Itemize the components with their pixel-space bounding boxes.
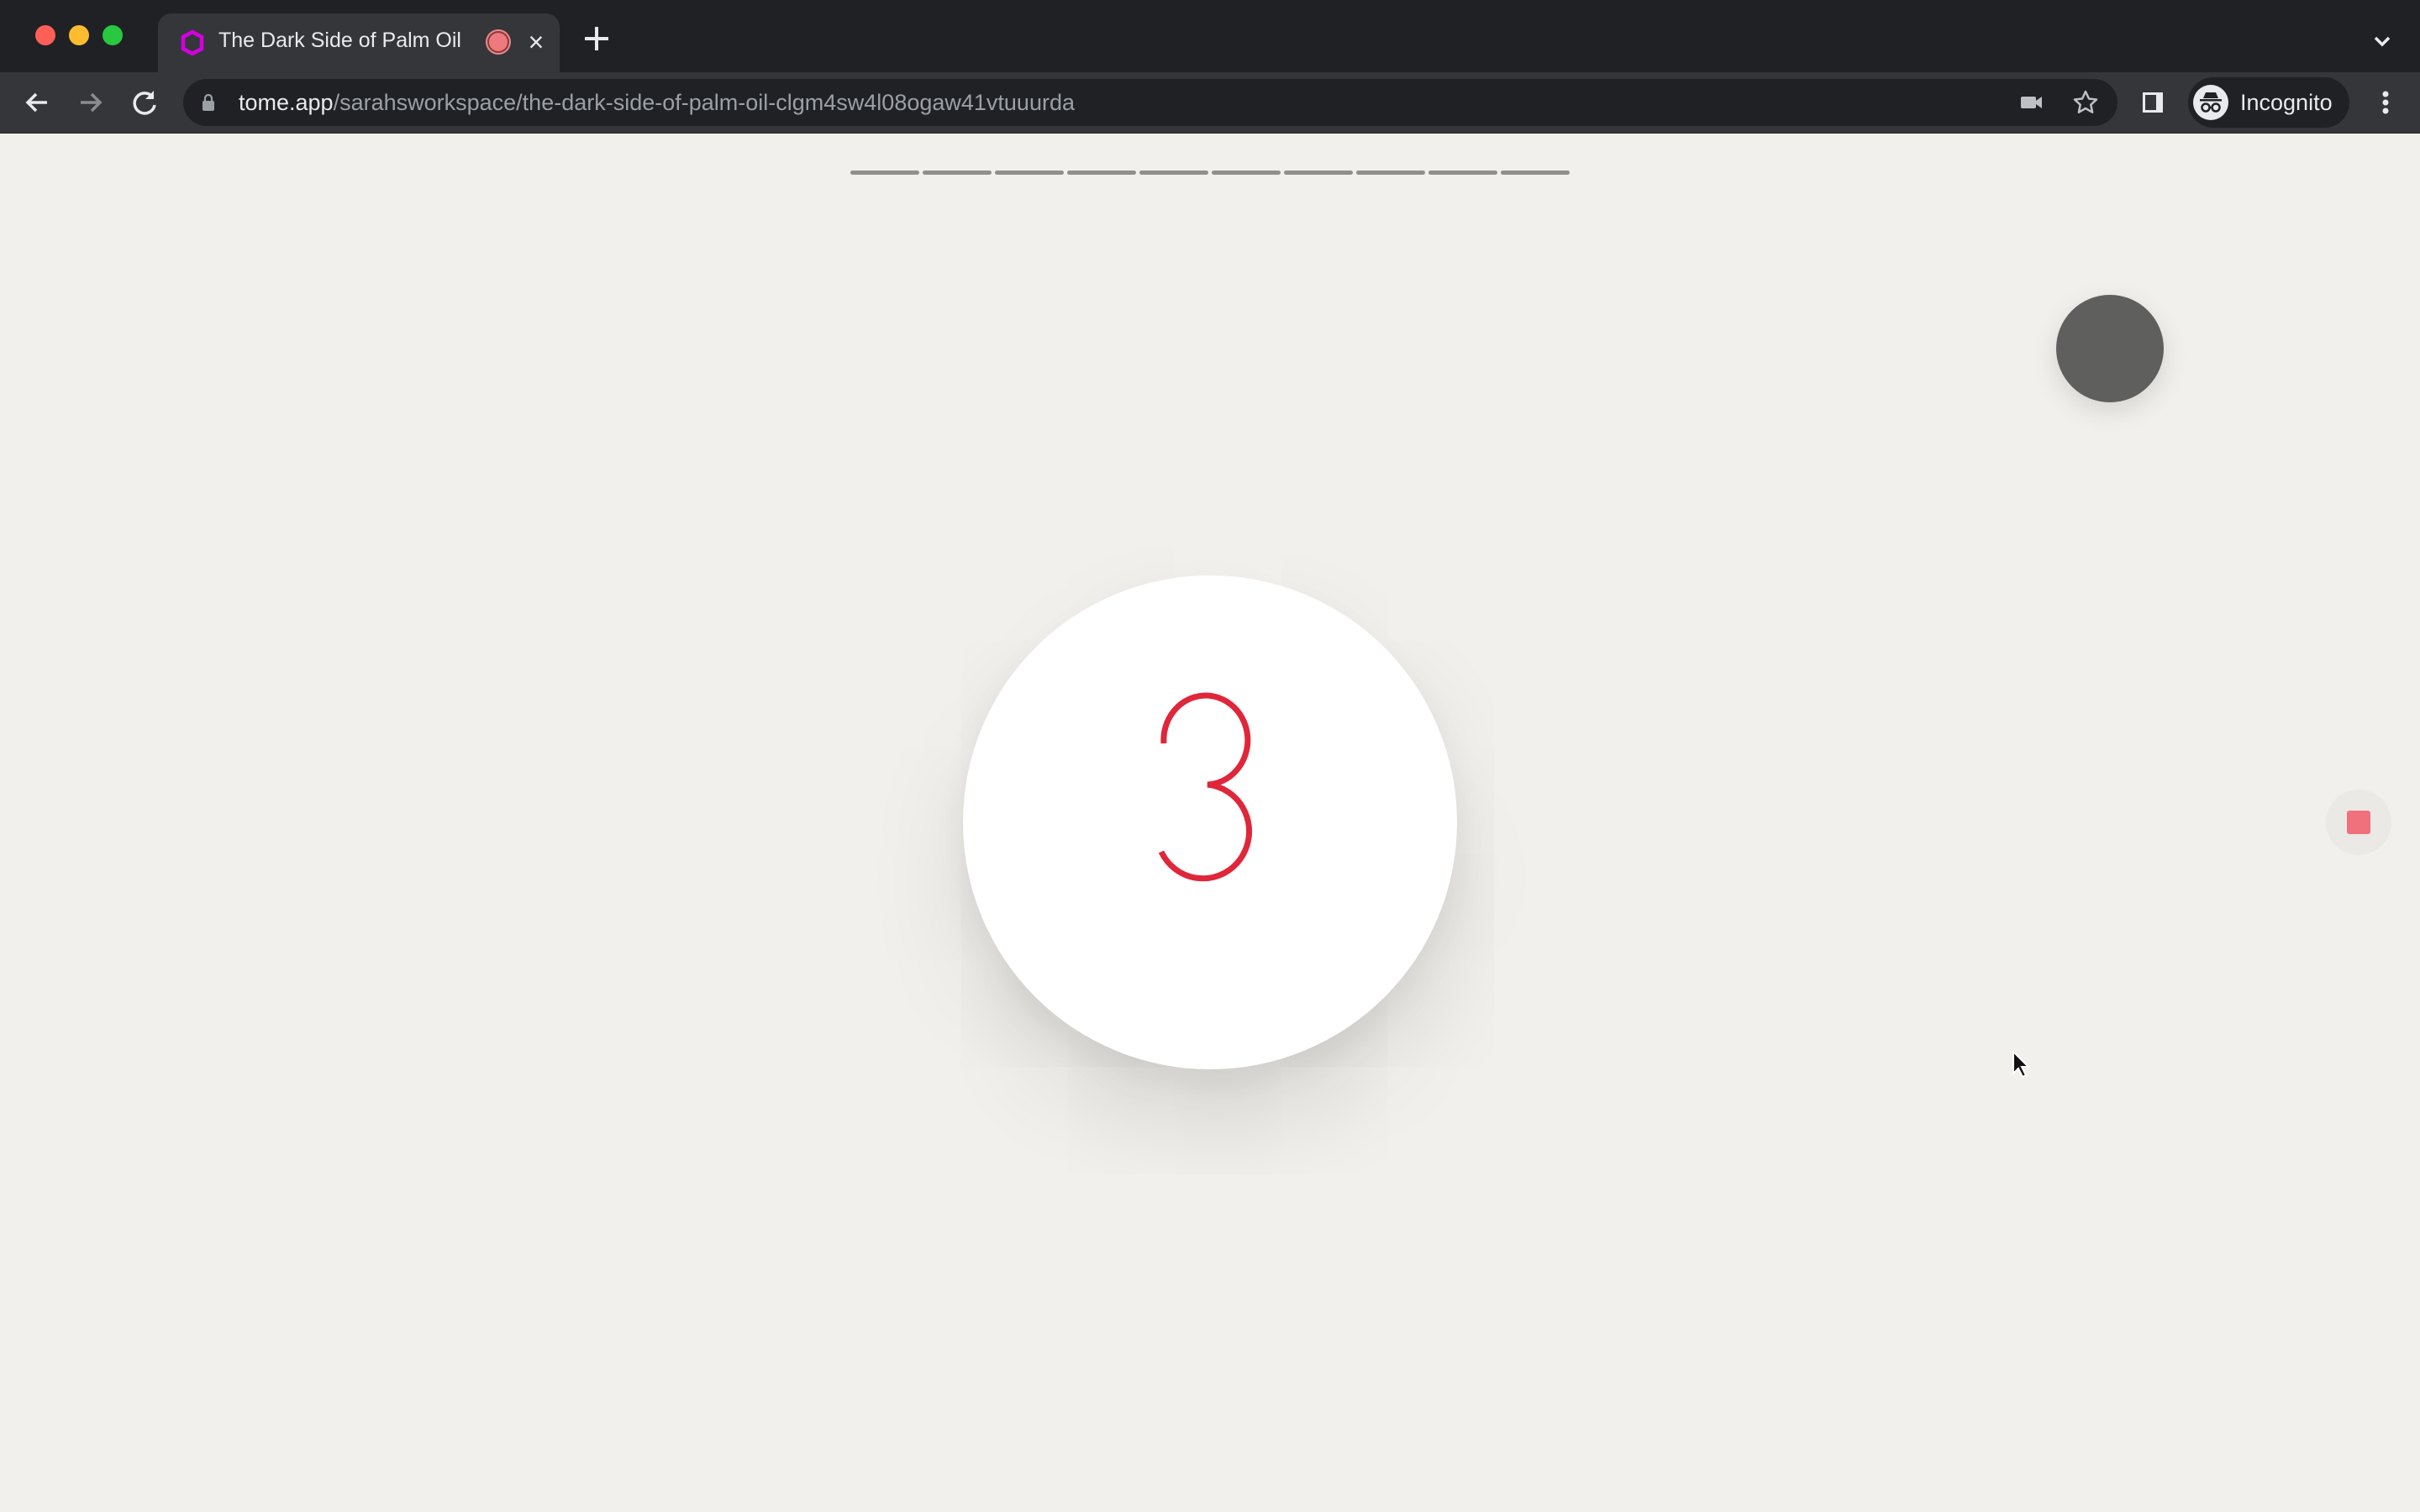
progress-segment[interactable] bbox=[1428, 171, 1497, 175]
arrow-left-icon[interactable] bbox=[20, 86, 54, 119]
plus-icon bbox=[585, 27, 608, 50]
presenter-camera-bubble[interactable] bbox=[2056, 295, 2164, 402]
progress-segment[interactable] bbox=[995, 171, 1064, 175]
side-panel-icon[interactable] bbox=[2139, 89, 2166, 116]
recording-icon bbox=[487, 31, 509, 53]
window-minimize-button[interactable] bbox=[69, 25, 89, 45]
mouse-cursor-icon bbox=[2012, 1050, 2030, 1079]
progress-segment[interactable] bbox=[923, 171, 992, 175]
progress-segment[interactable] bbox=[1356, 171, 1425, 175]
new-tab-button[interactable] bbox=[580, 22, 613, 55]
countdown-digit bbox=[1158, 692, 1253, 882]
tab-title: The Dark Side of Palm Oil bbox=[218, 29, 461, 52]
chevron-down-icon[interactable] bbox=[2370, 29, 2395, 54]
url-host: tome.app bbox=[239, 90, 334, 115]
browser-tab-bar: The Dark Side of Palm Oil × bbox=[0, 0, 2420, 72]
video-camera-icon[interactable] bbox=[2018, 89, 2045, 116]
profile-label: Incognito bbox=[2240, 90, 2333, 115]
star-icon[interactable] bbox=[2072, 89, 2099, 116]
kebab-menu-icon[interactable] bbox=[2373, 86, 2398, 119]
close-icon[interactable]: × bbox=[521, 25, 551, 59]
incognito-icon bbox=[2193, 85, 2228, 120]
progress-segment[interactable] bbox=[1212, 171, 1281, 175]
progress-segment[interactable] bbox=[1501, 171, 1570, 175]
address-bar[interactable]: tome.app/sarahsworkspace/the-dark-side-o… bbox=[183, 79, 2118, 126]
countdown-circle: 3 bbox=[963, 575, 1457, 1069]
progress-segment[interactable] bbox=[1067, 171, 1136, 175]
window-close-button[interactable] bbox=[35, 25, 55, 45]
url-path: /sarahsworkspace/the-dark-side-of-palm-o… bbox=[333, 90, 1075, 115]
progress-segment[interactable] bbox=[850, 171, 919, 175]
slide-progress-bar bbox=[850, 171, 1570, 175]
reload-icon[interactable] bbox=[128, 86, 161, 119]
browser-tab-active[interactable]: The Dark Side of Palm Oil × bbox=[158, 13, 560, 72]
stop-icon bbox=[2347, 811, 2370, 834]
window-maximize-button[interactable] bbox=[103, 25, 123, 45]
incognito-profile-button[interactable]: Incognito bbox=[2188, 77, 2349, 128]
progress-segment[interactable] bbox=[1139, 171, 1208, 175]
progress-segment[interactable] bbox=[1284, 171, 1353, 175]
url-text[interactable]: tome.app/sarahsworkspace/the-dark-side-o… bbox=[239, 90, 1075, 116]
stop-recording-button[interactable] bbox=[2326, 790, 2391, 855]
arrow-right-icon[interactable] bbox=[74, 86, 108, 119]
browser-toolbar: tome.app/sarahsworkspace/the-dark-side-o… bbox=[0, 72, 2420, 134]
tome-logo-icon bbox=[181, 30, 204, 55]
lock-icon[interactable] bbox=[202, 93, 215, 112]
